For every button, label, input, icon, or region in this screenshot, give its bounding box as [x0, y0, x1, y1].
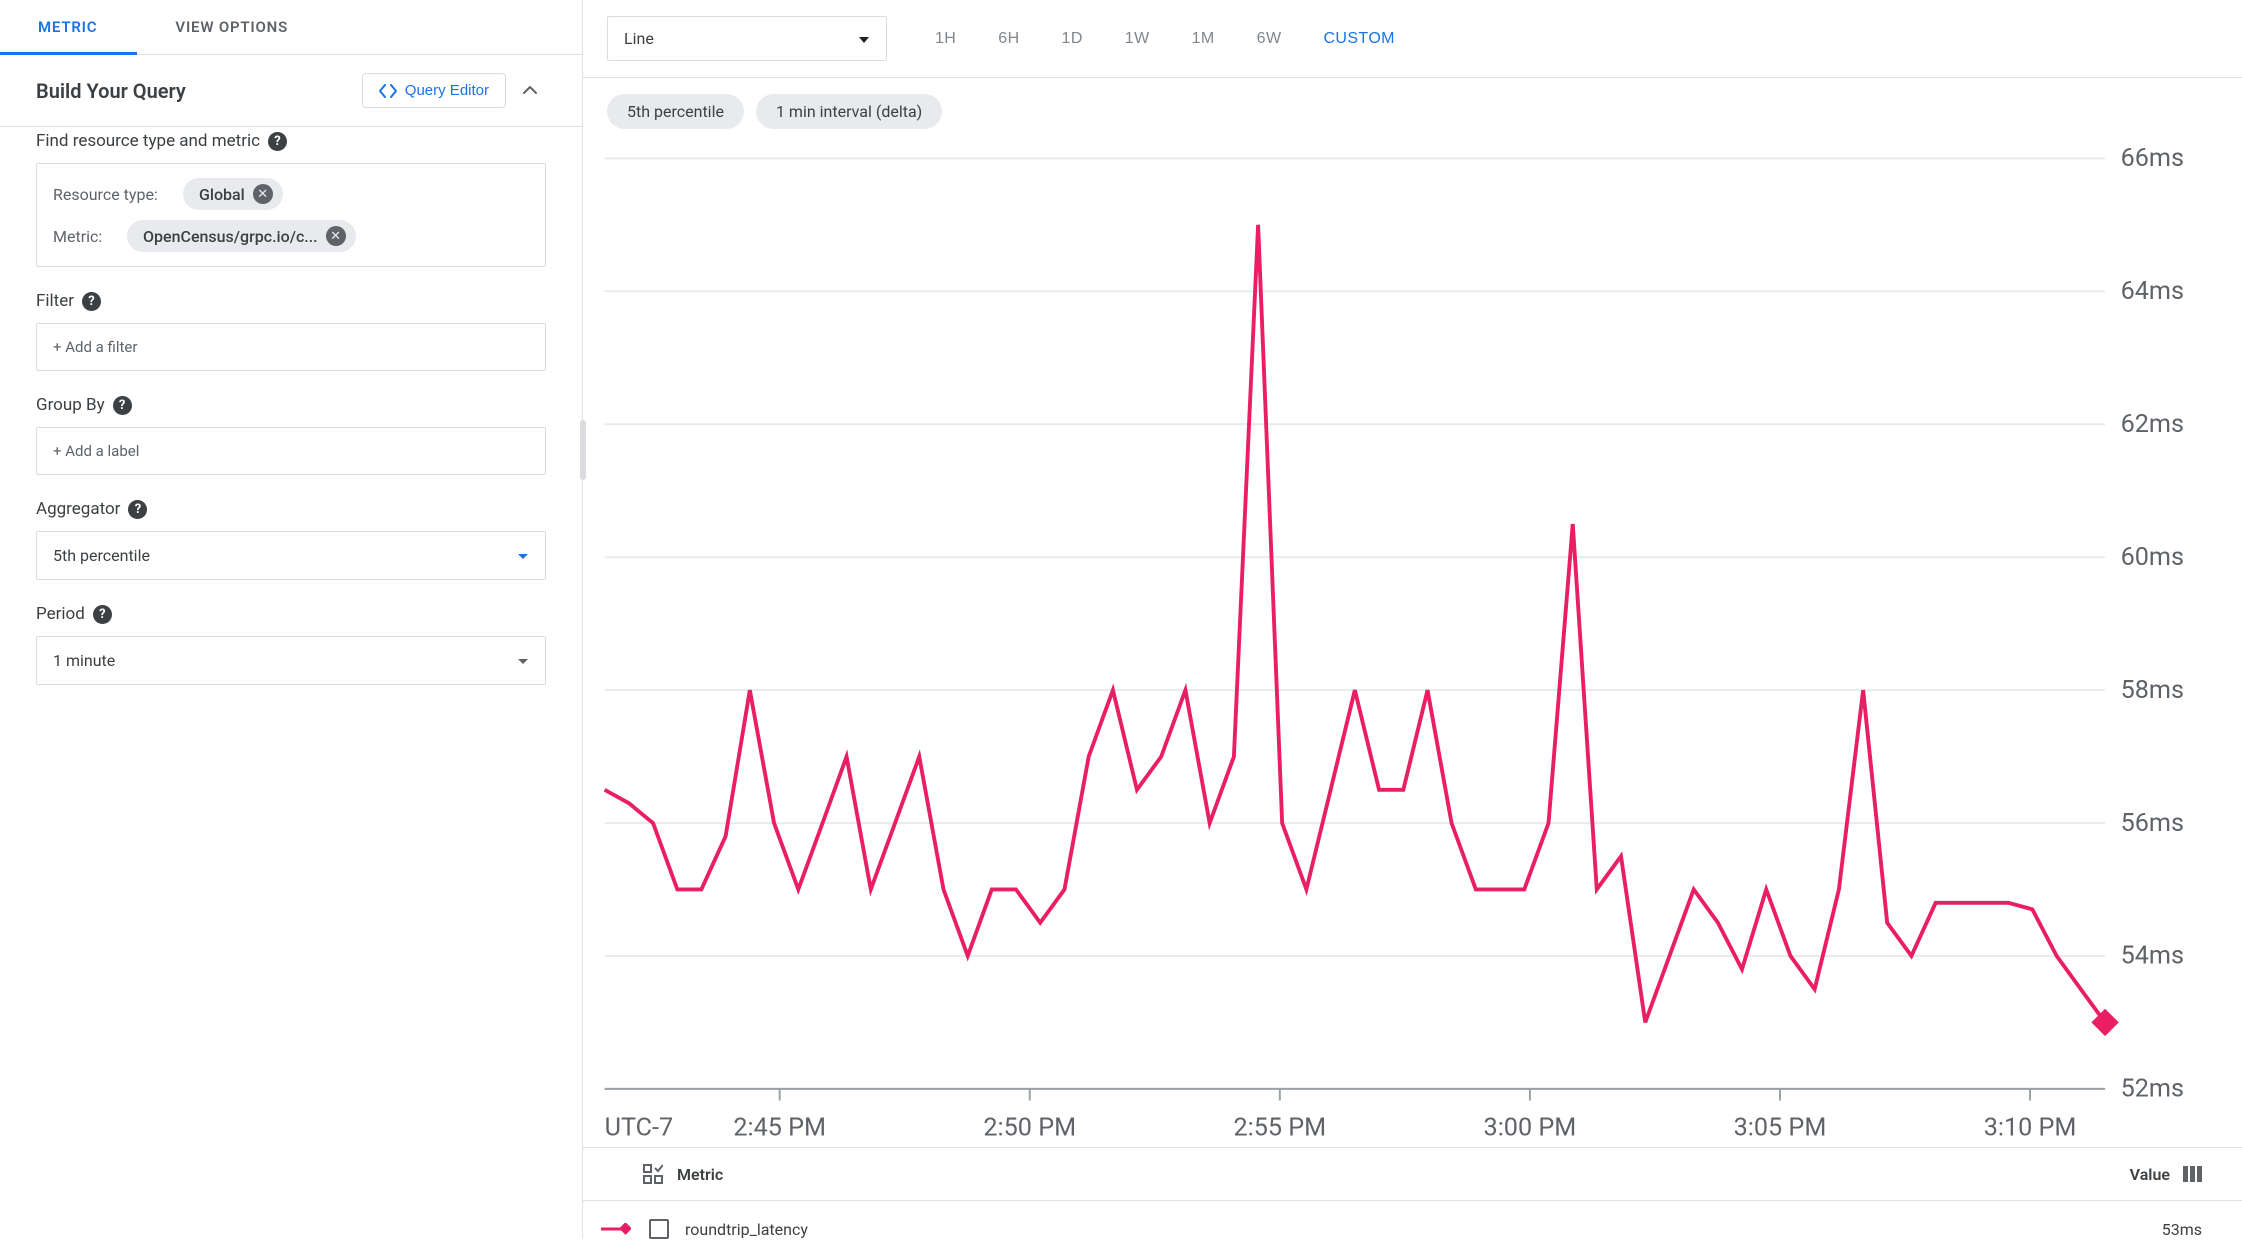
svg-text:UTC-7: UTC-7	[605, 1113, 674, 1142]
tabs: METRIC VIEW OPTIONS	[0, 0, 582, 55]
filter-input[interactable]: + Add a filter	[36, 323, 546, 371]
dashboard-icon[interactable]	[643, 1164, 663, 1184]
filter-block: Filter ? + Add a filter	[36, 291, 546, 371]
svg-text:62ms: 62ms	[2121, 410, 2184, 439]
svg-text:60ms: 60ms	[2121, 543, 2184, 572]
time-range-6h[interactable]: 6H	[982, 20, 1035, 58]
code-icon	[379, 84, 397, 98]
time-range-1m[interactable]: 1M	[1176, 20, 1231, 58]
info-chips: 5th percentile 1 min interval (delta)	[583, 78, 2242, 129]
help-icon[interactable]: ?	[113, 396, 132, 415]
tab-metric[interactable]: METRIC	[0, 0, 137, 54]
resource-type-label: Resource type:	[53, 185, 173, 204]
aggregator-select[interactable]: 5th percentile	[36, 531, 546, 580]
metric-chip[interactable]: OpenCensus/grpc.io/c... ✕	[127, 220, 356, 252]
svg-text:64ms: 64ms	[2121, 277, 2184, 306]
group-by-block: Group By ? + Add a label	[36, 395, 546, 475]
svg-text:2:50 PM: 2:50 PM	[983, 1113, 1076, 1142]
right-panel: Line 1H 6H 1D 1W 1M 6W CUSTOM 5th percen…	[583, 0, 2242, 1238]
left-panel: METRIC VIEW OPTIONS Build Your Query Que…	[0, 0, 583, 1238]
svg-text:56ms: 56ms	[2121, 809, 2184, 838]
time-range-custom[interactable]: CUSTOM	[1307, 20, 1410, 58]
svg-text:3:05 PM: 3:05 PM	[1734, 1113, 1827, 1142]
tab-view-options[interactable]: VIEW OPTIONS	[137, 0, 328, 54]
columns-icon[interactable]	[2182, 1165, 2202, 1183]
period-label: Period	[36, 604, 85, 624]
series-checkbox[interactable]	[649, 1219, 669, 1239]
legend-row[interactable]: roundtrip_latency 53ms	[583, 1201, 2242, 1257]
group-by-input[interactable]: + Add a label	[36, 427, 546, 475]
find-metric-block: Find resource type and metric ? Resource…	[36, 131, 546, 267]
chart-toolbar: Line 1H 6H 1D 1W 1M 6W CUSTOM	[583, 0, 2242, 78]
line-chart: 52ms 54ms 56ms 58ms 60ms 62ms 64ms 66ms UTC-7 2:4…	[593, 139, 2202, 1147]
dropdown-arrow-icon	[517, 651, 529, 670]
dropdown-arrow-icon	[858, 29, 870, 48]
series-value: 53ms	[2162, 1220, 2202, 1239]
aggregator-value: 5th percentile	[53, 546, 150, 565]
period-block: Period ? 1 minute	[36, 604, 546, 685]
aggregator-block: Aggregator ? 5th percentile	[36, 499, 546, 580]
collapse-toggle[interactable]	[514, 75, 546, 106]
find-metric-label: Find resource type and metric	[36, 131, 260, 151]
aggregator-label: Aggregator	[36, 499, 120, 519]
help-icon[interactable]: ?	[128, 500, 147, 519]
query-editor-button[interactable]: Query Editor	[362, 73, 506, 108]
dropdown-arrow-icon	[517, 546, 529, 565]
legend-header: Metric Value	[583, 1147, 2242, 1201]
help-icon[interactable]: ?	[93, 605, 112, 624]
svg-text:52ms: 52ms	[2121, 1075, 2184, 1104]
resource-type-value: Global	[199, 185, 245, 204]
svg-text:66ms: 66ms	[2121, 144, 2184, 173]
legend-value-header[interactable]: Value	[2130, 1165, 2170, 1184]
period-select[interactable]: 1 minute	[36, 636, 546, 685]
svg-text:58ms: 58ms	[2121, 676, 2184, 705]
svg-text:2:55 PM: 2:55 PM	[1233, 1113, 1326, 1142]
svg-text:54ms: 54ms	[2121, 942, 2184, 971]
close-icon[interactable]: ✕	[326, 226, 346, 246]
interval-chip: 1 min interval (delta)	[756, 94, 942, 129]
resource-type-chip[interactable]: Global ✕	[183, 178, 283, 210]
series-name: roundtrip_latency	[685, 1220, 808, 1239]
divider-handle[interactable]	[580, 420, 586, 480]
metric-value: OpenCensus/grpc.io/c...	[143, 227, 318, 246]
metric-label: Metric:	[53, 227, 117, 246]
build-query-section: Build Your Query Query Editor	[0, 55, 582, 127]
period-value: 1 minute	[53, 651, 115, 670]
time-range-1d[interactable]: 1D	[1046, 20, 1099, 58]
svg-text:2:45 PM: 2:45 PM	[733, 1113, 826, 1142]
group-by-label: Group By	[36, 395, 105, 415]
svg-text:3:00 PM: 3:00 PM	[1484, 1113, 1577, 1142]
resource-metric-box[interactable]: Resource type: Global ✕ Metric: OpenCens…	[36, 163, 546, 267]
query-form: Find resource type and metric ? Resource…	[0, 127, 582, 729]
help-icon[interactable]: ?	[268, 132, 287, 151]
time-range-1w[interactable]: 1W	[1109, 20, 1166, 58]
filter-label: Filter	[36, 291, 74, 311]
chevron-up-icon	[522, 83, 538, 98]
legend-metric-header[interactable]: Metric	[677, 1165, 723, 1184]
build-query-title: Build Your Query	[36, 79, 186, 103]
query-editor-label: Query Editor	[405, 82, 489, 99]
percentile-chip: 5th percentile	[607, 94, 744, 129]
time-range-6w[interactable]: 6W	[1241, 20, 1298, 58]
svg-text:3:10 PM: 3:10 PM	[1984, 1113, 2077, 1142]
chart-type-select[interactable]: Line	[607, 16, 887, 61]
help-icon[interactable]: ?	[82, 292, 101, 311]
time-range-1h[interactable]: 1H	[919, 20, 972, 58]
series-marker-icon	[601, 1223, 631, 1235]
time-range-group: 1H 6H 1D 1W 1M 6W CUSTOM	[919, 20, 2218, 58]
close-icon[interactable]: ✕	[253, 184, 273, 204]
chart-type-value: Line	[624, 29, 654, 48]
chart-area[interactable]: 52ms 54ms 56ms 58ms 60ms 62ms 64ms 66ms UTC-7 2:4…	[583, 129, 2242, 1147]
